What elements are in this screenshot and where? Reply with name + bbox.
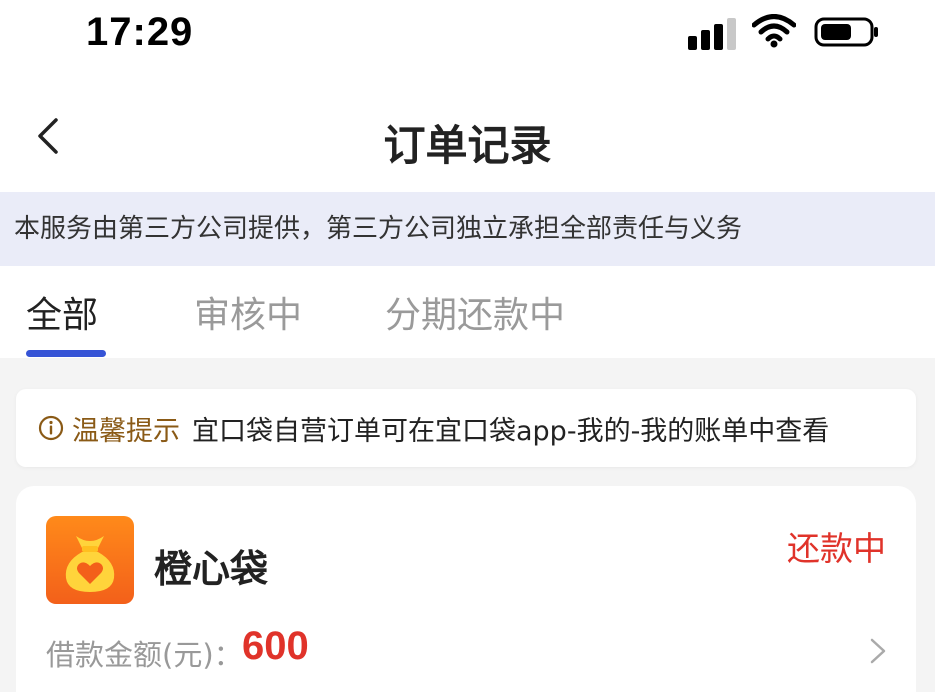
nav-bar: 订单记录: [0, 72, 935, 192]
tip-text: 宜口袋自营订单可在宜口袋app-我的-我的账单中查看: [192, 415, 830, 447]
wifi-icon: [752, 14, 796, 48]
screen: 17:29 订单记录 本服务由第三方公司提供，第三方公司独立承担全部责任与义务 …: [0, 0, 935, 692]
cellular-signal-icon: [688, 16, 736, 50]
active-tab-indicator: [26, 350, 106, 357]
tab-bar: 全部 审核中 分期还款中: [0, 266, 935, 358]
order-status: 还款中: [787, 529, 886, 568]
tip-card: 温馨提示 宜口袋自营订单可在宜口袋app-我的-我的账单中查看: [16, 389, 916, 467]
chevron-right-icon[interactable]: [868, 636, 888, 666]
tab-installment-repaying[interactable]: 分期还款中: [385, 286, 565, 338]
page-title: 订单记录: [383, 121, 552, 170]
status-time: 17:29: [86, 10, 194, 54]
order-card[interactable]: 橙心袋 还款中 借款金额(元)： 600: [16, 486, 916, 692]
money-bag-heart-icon: [46, 516, 134, 604]
status-bar: 17:29: [0, 0, 935, 72]
info-circle-icon: [38, 415, 64, 441]
third-party-notice: 本服务由第三方公司提供，第三方公司独立承担全部责任与义务: [0, 192, 935, 266]
tab-under-review[interactable]: 审核中: [194, 286, 302, 338]
battery-icon: [814, 17, 878, 47]
loan-amount-value: 600: [242, 624, 309, 668]
tab-all[interactable]: 全部: [26, 286, 98, 338]
loan-amount-label: 借款金额(元)：: [46, 638, 243, 672]
tip-label: 温馨提示: [72, 415, 180, 447]
lender-name: 橙心袋: [154, 547, 269, 591]
